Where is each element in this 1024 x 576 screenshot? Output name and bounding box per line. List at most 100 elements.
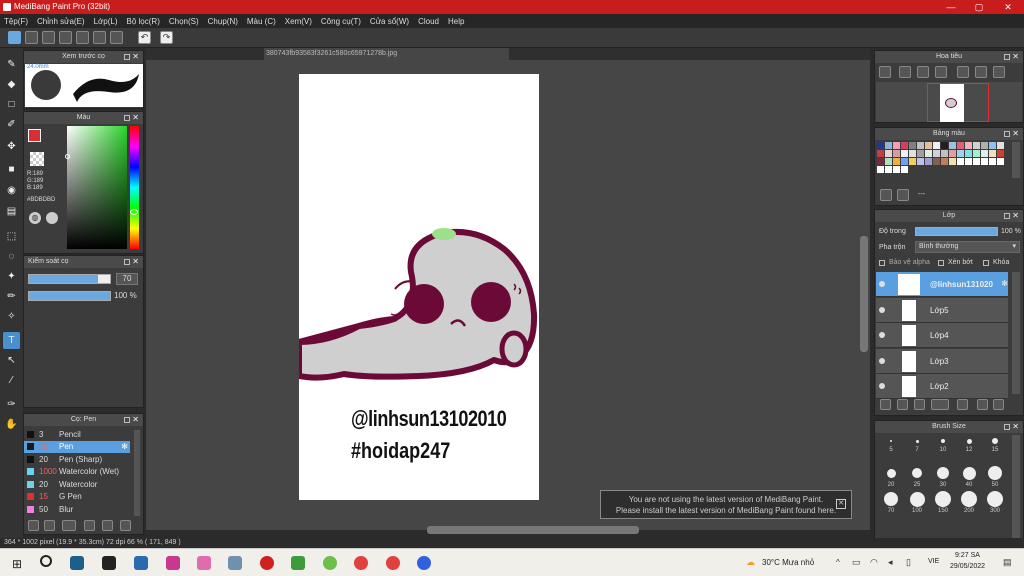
rotate-left-icon[interactable]: [957, 66, 969, 78]
hue-slider-handle[interactable]: [130, 209, 138, 215]
duplicate-layer-icon[interactable]: [914, 399, 925, 410]
gear-icon[interactable]: ✻: [1001, 279, 1008, 288]
clock-date[interactable]: 29/05/2022: [950, 563, 985, 570]
close-icon[interactable]: ✕: [1012, 210, 1019, 222]
palette-swatch[interactable]: [965, 142, 972, 149]
maximize-button[interactable]: ▢: [966, 0, 992, 14]
zoom-out-icon[interactable]: [879, 66, 891, 78]
brush-opacity-slider[interactable]: [28, 291, 111, 301]
palette-swatch[interactable]: [909, 150, 916, 157]
chrome-2-icon[interactable]: [386, 556, 400, 570]
eye-icon[interactable]: [879, 383, 885, 389]
palette-swatch[interactable]: [981, 142, 988, 149]
close-icon[interactable]: ✕: [132, 112, 139, 124]
taskbar-app-1-icon[interactable]: [70, 556, 84, 570]
layer-folder-icon[interactable]: [957, 399, 968, 410]
brush-list-item[interactable]: 3 Pencil: [24, 428, 130, 441]
brush-settings-icon[interactable]: [28, 520, 39, 531]
palette-swatch[interactable]: [925, 150, 932, 157]
brush-size-preset[interactable]: [937, 467, 949, 479]
color-picker-icon[interactable]: [46, 212, 58, 224]
move-tool[interactable]: ✥: [3, 138, 20, 155]
list-icon[interactable]: [93, 31, 106, 44]
palette-swatch[interactable]: [917, 150, 924, 157]
palette-swatch[interactable]: [989, 158, 996, 165]
brush-size-preset[interactable]: [886, 468, 896, 478]
palette-swatch[interactable]: [941, 150, 948, 157]
taskbar-app-4-icon[interactable]: [166, 556, 180, 570]
brush-size-preset[interactable]: [941, 439, 945, 443]
palette-swatch[interactable]: [941, 142, 948, 149]
language-indicator[interactable]: VIE: [928, 558, 939, 565]
tray-chevron-icon[interactable]: ^: [836, 558, 840, 567]
canvas-horizontal-scrollbar[interactable]: [427, 526, 639, 534]
menu-item[interactable]: Help: [448, 17, 464, 26]
clipping-checkbox[interactable]: [938, 260, 944, 266]
layer-row[interactable]: Lớp4: [876, 323, 1008, 348]
palette-swatch[interactable]: [893, 142, 900, 149]
primary-color-swatch[interactable]: [28, 129, 41, 142]
rectangle-tool[interactable]: □: [3, 96, 20, 113]
layer-row[interactable]: @linhsun131020 ✻: [876, 272, 1008, 297]
palette-swatch[interactable]: [989, 150, 996, 157]
eye-icon[interactable]: [879, 357, 885, 364]
close-icon[interactable]: ✕: [1012, 421, 1019, 433]
brush-size-preset[interactable]: [992, 438, 998, 444]
palette-swatch[interactable]: [917, 142, 924, 149]
palette-swatch[interactable]: [973, 150, 980, 157]
brush-folder-icon[interactable]: [102, 520, 113, 531]
brush-size-preset[interactable]: [884, 492, 898, 506]
palette-swatch[interactable]: [877, 150, 884, 157]
float-icon[interactable]: [124, 417, 130, 423]
bucket-tool[interactable]: ◉: [3, 182, 20, 199]
menu-item[interactable]: Màu (C): [247, 17, 276, 26]
delete-layer-icon[interactable]: [993, 399, 1004, 410]
palette-swatch[interactable]: [901, 166, 908, 173]
delete-color-icon[interactable]: [897, 189, 909, 201]
menu-item[interactable]: Tệp(F): [4, 17, 28, 26]
canvas-tab[interactable]: 380743fb93583f3261c580c65971278b.jpg: [264, 48, 509, 60]
clock-time[interactable]: 9:27 SA: [955, 552, 980, 559]
lock-checkbox[interactable]: [983, 260, 989, 266]
float-icon[interactable]: [124, 259, 130, 265]
camera-icon[interactable]: [228, 556, 242, 570]
brush-size-preset[interactable]: [988, 466, 1002, 480]
canvas-vertical-scrollbar[interactable]: [860, 236, 868, 352]
palette-swatch[interactable]: [997, 142, 1004, 149]
text-tool[interactable]: T: [3, 332, 20, 349]
float-icon[interactable]: [1004, 131, 1010, 137]
layer-row[interactable]: Lớp5: [876, 297, 1008, 323]
float-icon[interactable]: [1004, 213, 1010, 219]
palette-swatch[interactable]: [973, 158, 980, 165]
taskbar-app-2-icon[interactable]: [102, 556, 116, 570]
palette-swatch[interactable]: [997, 158, 1004, 165]
brush-list-scrollbar[interactable]: [134, 430, 140, 516]
brush-delete-icon[interactable]: [120, 520, 131, 531]
panel2-icon[interactable]: [110, 31, 123, 44]
palette-swatch[interactable]: [893, 150, 900, 157]
zoom-in-icon[interactable]: [899, 66, 911, 78]
blend-mode-select[interactable]: Bình thường ▾: [915, 241, 1020, 253]
windows-start-icon[interactable]: ⊞: [12, 557, 22, 571]
layer-menu-icon[interactable]: [931, 399, 949, 410]
eye-icon[interactable]: [879, 306, 885, 313]
brush-size-preset[interactable]: [987, 491, 1003, 507]
palette-swatch[interactable]: [877, 158, 884, 165]
menu-item[interactable]: Lớp(L): [94, 17, 118, 26]
add-layer-icon[interactable]: [880, 399, 891, 410]
undo-button[interactable]: ↶: [138, 31, 151, 44]
palette-scrollbar[interactable]: [1012, 142, 1020, 178]
brush-size-value[interactable]: 70: [116, 273, 138, 285]
close-icon[interactable]: ✕: [132, 414, 139, 426]
palette-swatch[interactable]: [885, 166, 892, 173]
taskbar-app-3-icon[interactable]: [134, 556, 148, 570]
gear-icon[interactable]: ✻: [121, 442, 128, 451]
palette-swatch[interactable]: [949, 158, 956, 165]
magic-wand-tool[interactable]: ✦: [3, 268, 20, 285]
menu-item[interactable]: Bộ lọc(R): [127, 17, 160, 26]
select-tool[interactable]: ⬚: [3, 228, 20, 245]
rotate-right-icon[interactable]: [993, 66, 1005, 78]
canvas-text-username[interactable]: @linhsun13102010: [351, 406, 507, 432]
menu-item[interactable]: Chọn(S): [169, 17, 199, 26]
color-saturation-field[interactable]: [65, 126, 127, 249]
